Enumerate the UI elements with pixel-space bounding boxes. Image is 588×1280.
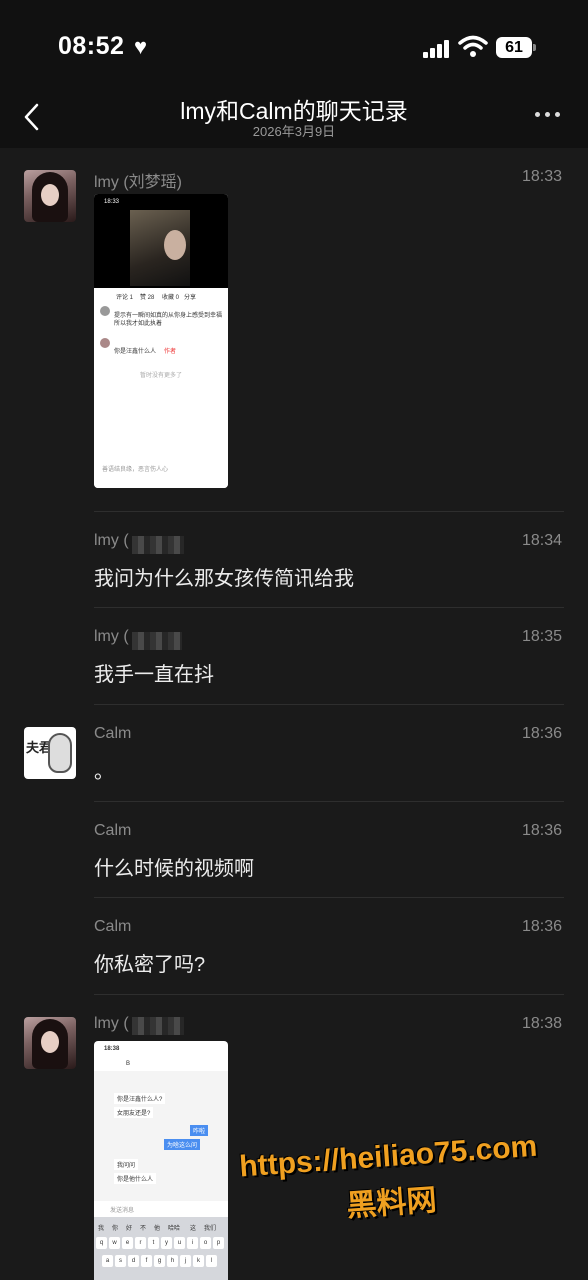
message-time: 18:36 <box>521 725 562 742</box>
message-text: 什么时候的视频啊 <box>94 858 254 880</box>
shot-comment: 提示有一瞬间如真的从你身上感受到幸福 所以我才如此执着 <box>114 313 223 327</box>
sender-name: lmy ( <box>94 532 129 549</box>
shot-key: d <box>128 1255 139 1267</box>
sender-name: lmy (刘梦瑶) <box>94 174 182 191</box>
shot-key: e <box>122 1237 133 1249</box>
divider <box>94 511 564 512</box>
shot-key: s <box>115 1255 126 1267</box>
sender-name: lmy ( <box>94 1015 129 1032</box>
shot-kb: 你 <box>112 1226 119 1232</box>
message-item: 夫君 Calm 18:36 。 <box>0 713 588 803</box>
divider <box>94 801 564 802</box>
message-time: 18:38 <box>521 1015 562 1032</box>
redaction-mosaic <box>132 1017 184 1035</box>
more-icon[interactable] <box>535 112 563 120</box>
shot-key: a <box>102 1255 113 1267</box>
message-time: 18:36 <box>521 918 562 935</box>
message-item: lmy ( 18:35 我手一直在抖 <box>0 616 588 706</box>
message-time: 18:34 <box>521 532 562 549</box>
shot-key: l <box>206 1255 217 1267</box>
shot-contact: B <box>126 1061 131 1067</box>
shot-time: 18:38 <box>104 1046 120 1052</box>
shot-key: f <box>141 1255 152 1267</box>
battery-tip <box>533 44 536 51</box>
shot-key: q <box>96 1237 107 1249</box>
sender-name: Calm <box>94 725 132 742</box>
avatar[interactable] <box>24 1017 76 1069</box>
shot-msg: 你是他什么人 <box>114 1173 157 1184</box>
heart-icon: ♥ <box>134 34 148 59</box>
shot-time: 18:33 <box>104 199 120 205</box>
message-text: 。 <box>94 761 114 783</box>
shot-no-more: 暂时没有更多了 <box>139 373 182 379</box>
redaction-mosaic <box>132 632 182 650</box>
sender-name: lmy ( <box>94 628 129 645</box>
shot-kb: 我 <box>98 1226 105 1232</box>
shot-tab: 收藏 0 <box>162 295 180 301</box>
shot-msg: 女朋友还是? <box>114 1107 154 1118</box>
shot-keyboard-row: qwertyuiop <box>96 1237 226 1249</box>
message-text: 我手一直在抖 <box>94 664 214 686</box>
battery-icon: 61 <box>496 37 532 58</box>
divider <box>94 704 564 705</box>
chat-record-header: lmy和Calm的聊天记录 2026年3月9日 <box>0 90 588 148</box>
message-item: Calm 18:36 你私密了吗? <box>0 906 588 996</box>
message-item: lmy (刘梦瑶) 18:33 18:33 评论 1 赞 28 收藏 0 分享 … <box>0 160 588 510</box>
shot-key: t <box>148 1237 159 1249</box>
shot-kb: 这 <box>190 1226 197 1232</box>
divider <box>94 897 564 898</box>
avatar[interactable]: 夫君 <box>24 727 76 779</box>
status-time: 08:52 <box>58 32 125 60</box>
shot-msg: 我问问 <box>114 1159 139 1170</box>
message-text: 你私密了吗? <box>94 954 206 976</box>
shot-tab: 分享 <box>184 295 197 301</box>
shot-key: o <box>200 1237 211 1249</box>
message-item: lmy ( 18:34 我问为什么那女孩传简讯给我 <box>0 520 588 610</box>
sender-name: Calm <box>94 822 132 839</box>
shot-key: i <box>187 1237 198 1249</box>
shot-tag: 作者 <box>164 349 177 355</box>
shot-tab: 评论 1 <box>116 295 134 301</box>
message-time: 18:35 <box>521 628 562 645</box>
shot-msg: 咋啦 <box>190 1125 209 1136</box>
shot-key: w <box>109 1237 120 1249</box>
message-text: 我问为什么那女孩传简讯给我 <box>94 568 354 590</box>
image-thumbnail[interactable]: 18:33 评论 1 赞 28 收藏 0 分享 提示有一瞬间如真的从你身上感受到… <box>94 194 228 488</box>
redaction-mosaic <box>132 536 184 554</box>
shot-key: p <box>213 1237 224 1249</box>
status-bar: 08:52 ♥ 61 <box>0 0 588 90</box>
shot-tab: 赞 28 <box>140 295 155 301</box>
shot-msg: 为啥这么问 <box>164 1139 201 1150</box>
message-time: 18:33 <box>521 168 562 185</box>
sender-name: Calm <box>94 918 132 935</box>
avatar[interactable] <box>24 170 76 222</box>
shot-key: y <box>161 1237 172 1249</box>
shot-msg: 你是汪鑫什么人? <box>114 1093 166 1104</box>
shot-key: g <box>154 1255 165 1267</box>
shot-key: u <box>174 1237 185 1249</box>
wifi-icon <box>458 35 488 57</box>
shot-kb: 不 <box>140 1226 147 1232</box>
shot-key: k <box>193 1255 204 1267</box>
message-time: 18:36 <box>521 822 562 839</box>
shot-input: 善语结良缘，恶言伤人心 <box>102 467 169 473</box>
divider <box>94 994 564 995</box>
shot-key: j <box>180 1255 191 1267</box>
shot-input: 发送消息 <box>110 1208 135 1214</box>
signal-icon <box>423 38 453 58</box>
shot-key: h <box>167 1255 178 1267</box>
shot-key: r <box>135 1237 146 1249</box>
shot-comment: 你是汪鑫什么人 <box>114 349 157 355</box>
message-item: Calm 18:36 什么时候的视频啊 <box>0 810 588 900</box>
shot-kb: 好 <box>126 1226 133 1232</box>
shot-kb: 他 <box>154 1226 161 1232</box>
shot-kb: 哈哈 <box>168 1226 181 1232</box>
divider <box>94 607 564 608</box>
shot-keyboard-row: asdfghjkl <box>102 1255 220 1267</box>
page-date: 2026年3月9日 <box>252 124 336 139</box>
